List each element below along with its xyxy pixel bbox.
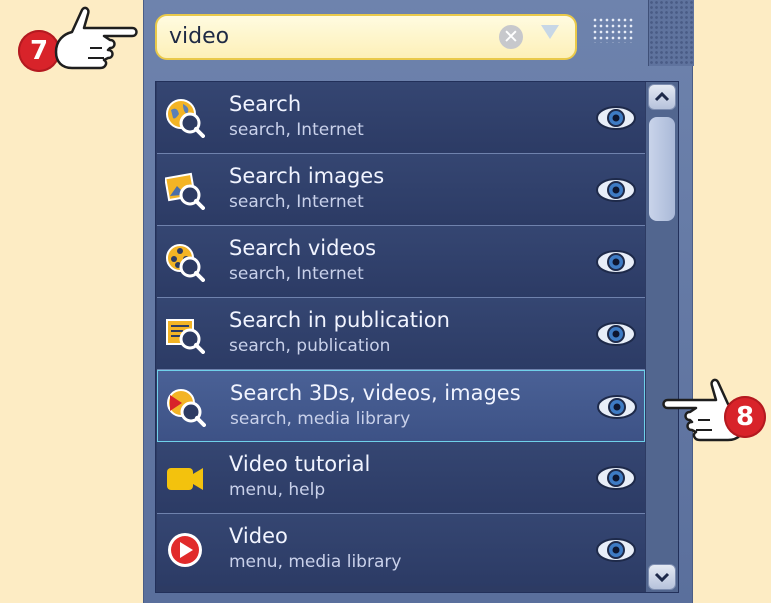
list-item[interactable]: Search images search, Internet	[157, 154, 645, 226]
scroll-up-button[interactable]	[648, 84, 676, 110]
item-tags: menu, media library	[229, 552, 402, 572]
chevron-up-icon	[654, 91, 670, 102]
item-tags: search, Internet	[229, 120, 364, 140]
image-search-icon	[165, 172, 205, 210]
list-item[interactable]: Video menu, media library	[157, 514, 645, 586]
pointing-hand-icon	[54, 6, 138, 70]
scroll-down-button[interactable]	[648, 564, 676, 590]
scrollbar[interactable]	[646, 82, 678, 592]
item-title: Search videos	[229, 236, 377, 260]
media-search-icon	[167, 389, 206, 427]
chevron-down-icon	[654, 572, 670, 583]
play-circle-icon	[168, 533, 202, 567]
item-title: Search	[229, 92, 302, 116]
video-camera-icon	[167, 468, 203, 490]
keypad-grid-icon[interactable]	[592, 17, 634, 43]
eye-icon[interactable]	[595, 104, 637, 132]
dropdown-arrow-icon[interactable]	[541, 25, 559, 39]
item-tags: search, publication	[229, 336, 391, 356]
callout-badge-8: 8	[724, 396, 766, 438]
search-input[interactable]: video	[169, 24, 229, 49]
item-title: Video tutorial	[229, 452, 371, 476]
list-item[interactable]: Video tutorial menu, help	[157, 442, 645, 514]
item-title: Search in publication	[229, 308, 450, 332]
eye-icon[interactable]	[595, 320, 637, 348]
item-title: Video	[229, 524, 288, 548]
search-field[interactable]: video ✕	[155, 14, 577, 60]
list-item[interactable]: Search videos search, Internet	[157, 226, 645, 298]
item-title: Search 3Ds, videos, images	[230, 381, 521, 405]
item-tags: search, Internet	[229, 192, 364, 212]
globe-search-icon	[166, 99, 205, 138]
item-tags: search, Internet	[229, 264, 364, 284]
eye-icon[interactable]	[596, 393, 638, 421]
list-item[interactable]: Search search, Internet	[157, 82, 645, 154]
results-list: Search search, Internet Search images se…	[155, 81, 679, 593]
item-title: Search images	[229, 164, 385, 188]
item-tags: menu, help	[229, 480, 326, 500]
eye-icon[interactable]	[595, 536, 637, 564]
clear-search-icon[interactable]: ✕	[499, 25, 523, 49]
eye-icon[interactable]	[595, 176, 637, 204]
film-reel-search-icon	[166, 244, 205, 282]
panel-grip-handle[interactable]	[648, 0, 694, 66]
scroll-thumb[interactable]	[649, 117, 675, 221]
list-item[interactable]: Search in publication search, publicatio…	[157, 298, 645, 370]
list-item-selected[interactable]: Search 3Ds, videos, images search, media…	[157, 370, 645, 442]
eye-icon[interactable]	[595, 248, 637, 276]
publication-search-icon	[166, 319, 205, 354]
item-tags: search, media library	[230, 409, 411, 429]
eye-icon[interactable]	[595, 464, 637, 492]
